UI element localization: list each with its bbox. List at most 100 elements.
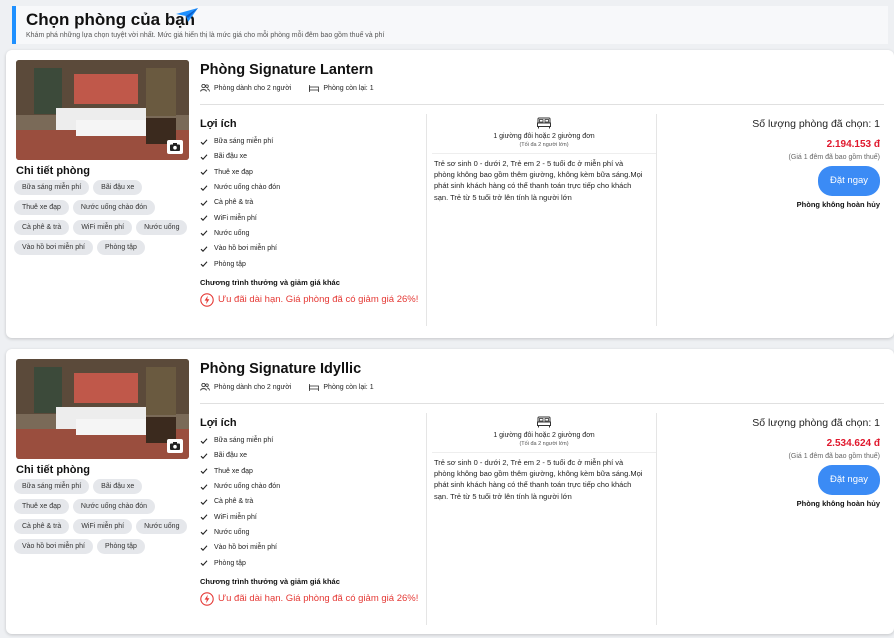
benefit-item: Vào hồ bơi miễn phí xyxy=(200,540,426,555)
benefit-item: Bãi đậu xe xyxy=(200,448,426,463)
room-remaining: Phòng còn lại: 1 xyxy=(323,383,374,391)
bed-column: 1 giường đôi hoặc 2 giường đơn (Tối đa 2… xyxy=(432,415,656,502)
amenity-tag: Thuê xe đạp xyxy=(14,499,69,514)
section-title: Chọn phòng của bạn xyxy=(26,10,196,29)
benefit-label: Cà phê & trà xyxy=(214,498,254,506)
column-divider xyxy=(426,413,427,625)
promo: Ưu đãi dài hạn. Giá phòng đã có giảm giá… xyxy=(200,591,426,606)
room-card: Chi tiết phòng Bữa sáng miễn phí Bãi đậu … xyxy=(6,349,894,634)
promo: Ưu đãi dài hạn. Giá phòng đã có giảm giá… xyxy=(200,292,426,307)
amenity-tag: Bữa sáng miễn phí xyxy=(14,479,90,494)
column-divider xyxy=(426,114,427,326)
check-icon xyxy=(200,499,208,505)
check-icon xyxy=(200,154,208,160)
bed-icon xyxy=(309,85,320,92)
room-photo-image xyxy=(16,359,189,459)
amenity-tag: Cà phê & trà xyxy=(14,220,70,235)
room-quantity: Số lượng phòng đã chọn: 1 xyxy=(752,118,880,130)
section-header: Chọn phòng của bạn Khám phá những lựa ch… xyxy=(12,6,888,44)
benefits-column: Lợi ích Bữa sáng miễn phí Bãi đậu xe Thuê … xyxy=(200,417,426,606)
column-divider xyxy=(656,114,657,326)
check-icon xyxy=(200,483,208,490)
price-note: (Giá 1 đêm đã bao gồm thuế) xyxy=(788,154,880,161)
benefits-list: Bữa sáng miễn phí Bãi đậu xe Thuê xe đạp Nư… xyxy=(200,134,426,272)
price-note: (Giá 1 đêm đã bao gồm thuế) xyxy=(788,453,880,460)
benefit-item: Phòng tập xyxy=(200,256,426,271)
benefit-label: Phòng tập xyxy=(214,260,246,268)
check-icon xyxy=(200,200,208,206)
amenity-tag: Nước uống xyxy=(136,220,188,235)
check-icon xyxy=(200,560,208,567)
people-icon xyxy=(200,84,210,92)
book-now-button[interactable]: Đặt ngay xyxy=(818,166,880,196)
check-icon xyxy=(200,545,208,551)
benefit-label: Bãi đậu xe xyxy=(214,452,248,460)
promo-text: Ưu đãi dài hạn. Giá phòng đã có giảm giá… xyxy=(218,592,419,604)
benefit-item: Nước uống chào đón xyxy=(200,479,426,494)
benefit-item: Nước uống xyxy=(200,226,426,241)
benefit-item: Bãi đậu xe xyxy=(200,149,426,164)
benefits-title: Lợi ích xyxy=(200,118,237,130)
amenity-tag: Phòng tập xyxy=(96,240,145,255)
room-name: Phòng Signature Lantern xyxy=(200,62,374,78)
benefit-item: WiFi miễn phí xyxy=(200,509,426,524)
bed-icon xyxy=(537,117,551,129)
benefit-label: WiFi miễn phí xyxy=(214,513,257,521)
benefit-label: Vào hồ bơi miễn phí xyxy=(214,544,277,552)
check-icon xyxy=(200,529,208,536)
benefit-label: Vào hồ bơi miễn phí xyxy=(214,245,277,253)
benefit-label: Thuê xe đạp xyxy=(214,168,253,176)
bed-type: 1 giường đôi hoặc 2 giường đơn xyxy=(493,133,595,140)
benefit-label: Phòng tập xyxy=(214,559,246,567)
promo-title: Chương trình thưởng và giảm giá khác xyxy=(200,277,340,287)
benefit-label: Nước uống chào đón xyxy=(214,483,281,491)
amenity-tag: Phòng tập xyxy=(96,539,145,554)
room-name: Phòng Signature Idyllic xyxy=(200,361,362,377)
lightning-icon xyxy=(200,591,214,606)
amenity-tag: Bữa sáng miễn phí xyxy=(14,180,90,195)
promo-text: Ưu đãi dài hạn. Giá phòng đã có giảm giá… xyxy=(218,293,419,305)
benefit-item: Bữa sáng miễn phí xyxy=(200,433,426,448)
bed-capacity: (Tối đa 2 người lớn) xyxy=(519,441,569,447)
amenity-tag: Bãi đậu xe xyxy=(93,180,143,195)
room-detail-title: Chi tiết phòng xyxy=(16,464,90,476)
bed-column: 1 giường đôi hoặc 2 giường đơn (Tối đa 2… xyxy=(432,116,656,203)
check-icon xyxy=(200,246,208,252)
benefits-column: Lợi ích Bữa sáng miễn phí Bãi đậu xe Thuê … xyxy=(200,118,426,307)
non-refundable-label: Phòng không hoàn hủy xyxy=(796,499,880,508)
check-icon xyxy=(200,453,208,459)
room-photo[interactable] xyxy=(16,60,189,160)
benefit-item: Phòng tập xyxy=(200,555,426,570)
check-icon xyxy=(200,438,208,444)
column-divider xyxy=(656,413,657,625)
room-photo[interactable] xyxy=(16,359,189,459)
bed-type: 1 giường đôi hoặc 2 giường đơn xyxy=(493,432,595,439)
amenity-tag: Thuê xe đạp xyxy=(14,200,69,215)
camera-icon[interactable] xyxy=(167,140,183,154)
room-meta: Phòng dành cho 2 người Phòng còn lại: 1 xyxy=(200,84,374,92)
child-policy: Trẻ sơ sinh 0 - dưới 2, Trẻ em 2 - 5 tuổ… xyxy=(434,159,643,202)
room-meta: Phòng dành cho 2 người Phòng còn lại: 1 xyxy=(200,383,374,391)
benefit-label: Nước uống xyxy=(214,528,250,536)
bed-capacity: (Tối đa 2 người lớn) xyxy=(519,142,569,148)
room-capacity: Phòng dành cho 2 người xyxy=(214,84,292,92)
camera-icon[interactable] xyxy=(167,439,183,453)
paper-plane-icon xyxy=(176,8,198,22)
benefit-item: Cà phê & trà xyxy=(200,195,426,210)
amenity-tag: Nước uống chào đón xyxy=(72,200,156,215)
benefit-label: Cà phê & trà xyxy=(214,199,254,207)
check-icon xyxy=(200,184,208,191)
section-subtitle: Khám phá những lựa chọn tuyệt vời nhất. … xyxy=(26,32,385,39)
child-policy: Trẻ sơ sinh 0 - dưới 2, Trẻ em 2 - 5 tuổ… xyxy=(434,458,643,501)
benefit-label: Bữa sáng miễn phí xyxy=(214,437,274,445)
room-price: 2.194.153 đ xyxy=(826,139,880,150)
benefit-item: Nước uống chào đón xyxy=(200,180,426,195)
lightning-icon xyxy=(200,292,214,307)
book-now-button[interactable]: Đặt ngay xyxy=(818,465,880,495)
room-detail-title: Chi tiết phòng xyxy=(16,165,90,177)
booking-column: Số lượng phòng đã chọn: 1 2.534.624 đ (G… xyxy=(660,417,880,508)
benefit-label: Nước uống xyxy=(214,229,250,237)
benefit-item: Bữa sáng miễn phí xyxy=(200,134,426,149)
benefit-label: WiFi miễn phí xyxy=(214,214,257,222)
benefit-label: Thuê xe đạp xyxy=(214,467,253,475)
